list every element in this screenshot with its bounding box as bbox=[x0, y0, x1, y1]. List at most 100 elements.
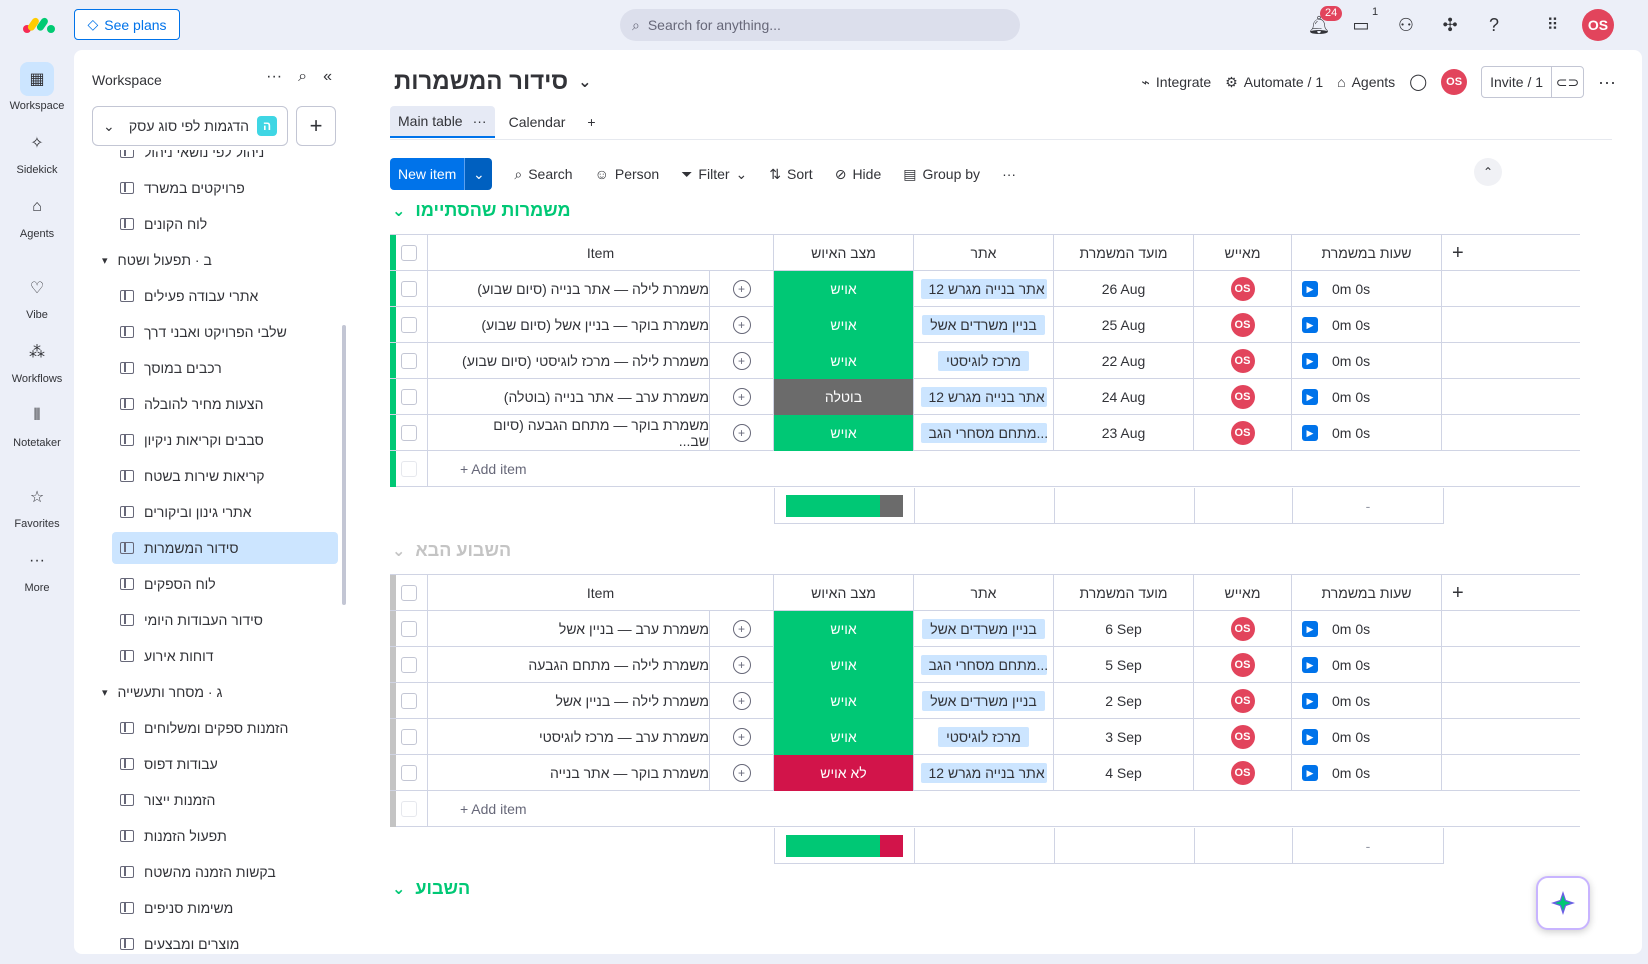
add-update-icon[interactable]: + bbox=[732, 316, 751, 334]
sidebar-item-board[interactable]: תפעול הזמנות bbox=[112, 820, 338, 852]
add-update-icon[interactable]: + bbox=[732, 280, 751, 298]
add-item-row[interactable]: + Add item bbox=[390, 450, 1580, 487]
add-update-cell[interactable]: + bbox=[710, 343, 774, 379]
column-header-owner[interactable]: מאייש bbox=[1194, 235, 1292, 271]
rail-workspace[interactable]: ▦ Workspace bbox=[0, 62, 74, 112]
date-cell[interactable]: 4 Sep bbox=[1054, 755, 1194, 791]
site-cell[interactable]: בניין משרדים אשל bbox=[914, 683, 1054, 719]
rail-workflows[interactable]: ⁂ Workflows bbox=[0, 335, 74, 385]
chevron-down-icon[interactable]: ⌄ bbox=[464, 158, 493, 190]
tab-main-table[interactable]: Main table ··· bbox=[390, 106, 495, 138]
date-cell[interactable]: 3 Sep bbox=[1054, 719, 1194, 755]
user-avatar[interactable]: OS bbox=[1582, 9, 1614, 41]
status-cell[interactable]: אויש bbox=[774, 719, 914, 755]
play-timer-icon[interactable]: ▶ bbox=[1302, 281, 1318, 297]
add-update-cell[interactable]: + bbox=[710, 755, 774, 791]
row-checkbox[interactable] bbox=[400, 693, 417, 709]
site-cell[interactable]: מרכז לוגיסטי bbox=[914, 343, 1054, 379]
sidebar-item-board[interactable]: דוחות אירוע bbox=[112, 640, 338, 672]
add-update-icon[interactable]: + bbox=[732, 352, 751, 370]
group-title[interactable]: ⌄ משמרות שהסתיימו bbox=[392, 200, 571, 221]
sidebar-item-board[interactable]: הצעות מחיר להובלה bbox=[112, 388, 338, 420]
status-cell[interactable]: אויש bbox=[774, 271, 914, 307]
add-update-icon[interactable]: + bbox=[732, 656, 751, 674]
sidebar-item-board[interactable]: הזמנות ספקים ומשלוחים bbox=[112, 712, 338, 744]
owner-cell[interactable]: OS bbox=[1194, 379, 1292, 415]
rail-vibe[interactable]: ♡ Vibe bbox=[0, 271, 74, 321]
chevron-down-icon[interactable]: ⌄ bbox=[392, 879, 405, 899]
add-update-cell[interactable]: + bbox=[710, 683, 774, 719]
status-cell[interactable]: אויש bbox=[774, 343, 914, 379]
play-timer-icon[interactable]: ▶ bbox=[1302, 765, 1318, 781]
date-cell[interactable]: 23 Aug bbox=[1054, 415, 1194, 451]
column-header-date[interactable]: מועד המשמרת bbox=[1054, 235, 1194, 271]
item-name-cell[interactable]: משמרת בוקר — בניין אשל (סיום שבוע) bbox=[428, 307, 710, 343]
item-name-cell[interactable]: משמרת בוקר — אתר בנייה bbox=[428, 755, 710, 791]
group-by-button[interactable]: ▤ Group by bbox=[903, 166, 980, 183]
add-update-cell[interactable]: + bbox=[710, 379, 774, 415]
owner-cell[interactable]: OS bbox=[1194, 343, 1292, 379]
site-cell[interactable]: מתחם מסחרי הגב... bbox=[914, 647, 1054, 683]
play-timer-icon[interactable]: ▶ bbox=[1302, 389, 1318, 405]
owner-cell[interactable]: OS bbox=[1194, 719, 1292, 755]
owner-cell[interactable]: OS bbox=[1194, 415, 1292, 451]
add-view-icon[interactable]: + bbox=[579, 106, 603, 138]
apps-puzzle-icon[interactable]: ✣ bbox=[1437, 12, 1463, 38]
time-tracking-cell[interactable]: ▶ 0m 0s bbox=[1292, 683, 1442, 719]
sidebar-item-board[interactable]: ניהול לפי נושאי ניהול bbox=[112, 150, 338, 168]
table-row[interactable]: משמרת בוקר — אתר בנייה + לא אויש אתר בנייה … bbox=[390, 755, 1580, 791]
tab-calendar[interactable]: Calendar bbox=[501, 106, 574, 138]
select-all-checkbox[interactable] bbox=[400, 245, 417, 261]
sidebar-item-board[interactable]: מוצרים ומבצעים bbox=[112, 928, 338, 954]
status-summary-cell[interactable] bbox=[775, 488, 915, 523]
group-title[interactable]: ⌄ השבוע הבא bbox=[392, 540, 511, 561]
sidebar-item-board[interactable]: אתרי גינון וביקורים bbox=[112, 496, 338, 528]
group-title[interactable]: ⌄ השבוע bbox=[392, 878, 470, 899]
copy-link-icon[interactable]: ⊂⊃ bbox=[1551, 67, 1583, 97]
sidebar-item-board[interactable]: הזמנות ייצור bbox=[112, 784, 338, 816]
agents-button[interactable]: ⌂ Agents bbox=[1337, 74, 1395, 90]
chevron-down-icon[interactable]: ▾ bbox=[102, 686, 108, 699]
search-button[interactable]: ⌕ Search bbox=[514, 166, 572, 183]
column-header-item[interactable]: Item bbox=[428, 235, 774, 271]
row-checkbox[interactable] bbox=[400, 281, 417, 297]
sidebar-item-board[interactable]: לוח הספקים bbox=[112, 568, 338, 600]
item-name-cell[interactable]: משמרת לילה — בניין אשל bbox=[428, 683, 710, 719]
date-cell[interactable]: 24 Aug bbox=[1054, 379, 1194, 415]
invite-button[interactable]: Invite / 1 ⊂⊃ bbox=[1481, 66, 1585, 98]
search-input[interactable]: ⌕ Search for anything... bbox=[620, 9, 1020, 41]
time-tracking-cell[interactable]: ▶ 0m 0s bbox=[1292, 647, 1442, 683]
sidebar-scrollbar[interactable] bbox=[342, 325, 346, 605]
sidebar-item-board[interactable]: סבבים וקריאות ניקיון bbox=[112, 424, 338, 456]
site-cell[interactable]: אתר בנייה מגרש 12 bbox=[914, 271, 1054, 307]
sidebar-item-board[interactable]: סידור המשמרות bbox=[112, 532, 338, 564]
row-checkbox[interactable] bbox=[400, 765, 417, 781]
automate-button[interactable]: ⚙ Automate / 1 bbox=[1225, 74, 1323, 91]
workspace-selector[interactable]: ה הדגמות לפי סוג עסק ⌄ bbox=[92, 106, 288, 146]
add-update-icon[interactable]: + bbox=[732, 728, 751, 746]
table-row[interactable]: משמרת לילה — אתר בנייה (סיום שבוע) + אויש א… bbox=[390, 271, 1580, 307]
status-cell[interactable]: אויש bbox=[774, 307, 914, 343]
time-tracking-cell[interactable]: ▶ 0m 0s bbox=[1292, 755, 1442, 791]
chevron-down-icon[interactable]: ⌄ bbox=[392, 201, 405, 221]
board-owner-avatar[interactable]: OS bbox=[1441, 69, 1468, 95]
sidebar-item-board[interactable]: קריאות שירות בשטח bbox=[112, 460, 338, 492]
table-row[interactable]: משמרת ערב — אתר בנייה (בוטלה) + בוטלה אתר ב… bbox=[390, 379, 1580, 415]
tab-options-icon[interactable]: ··· bbox=[473, 113, 487, 129]
chat-bubble-icon[interactable]: ◯ bbox=[1409, 72, 1427, 92]
rail-notetaker[interactable]: ⦀ Notetaker bbox=[0, 399, 74, 449]
item-name-cell[interactable]: משמרת לילה — אתר בנייה (סיום שבוע) bbox=[428, 271, 710, 307]
status-cell[interactable]: אויש bbox=[774, 647, 914, 683]
more-options-icon[interactable]: ··· bbox=[266, 68, 282, 86]
integrate-button[interactable]: ⌁ Integrate bbox=[1141, 74, 1211, 91]
see-plans-button[interactable]: ◇ See plans bbox=[74, 9, 180, 40]
status-cell[interactable]: אויש bbox=[774, 683, 914, 719]
add-update-cell[interactable]: + bbox=[710, 271, 774, 307]
add-update-cell[interactable]: + bbox=[710, 415, 774, 451]
add-update-cell[interactable]: + bbox=[710, 307, 774, 343]
chevron-down-icon[interactable]: ⌄ bbox=[736, 166, 748, 183]
play-timer-icon[interactable]: ▶ bbox=[1302, 729, 1318, 745]
table-row[interactable]: משמרת בוקר — מתחם הגבעה (סיום שב... + אויש… bbox=[390, 415, 1580, 451]
sidebar-item-board[interactable]: שלבי הפרויקט ואבני דרך bbox=[112, 316, 338, 348]
status-summary-cell[interactable] bbox=[775, 828, 915, 863]
